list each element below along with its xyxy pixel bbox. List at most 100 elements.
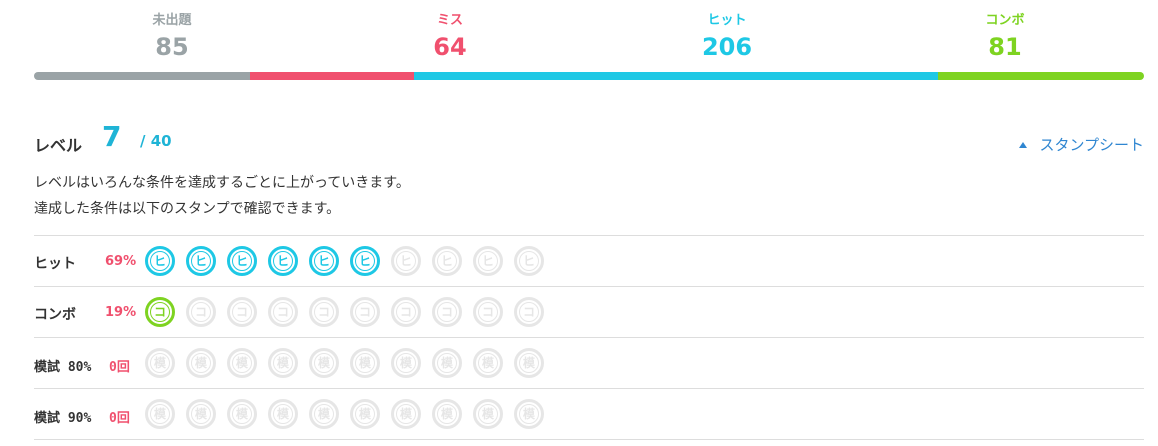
stat-miss: ミス 64 [350,12,550,62]
stamp-glyph: 模 [355,404,375,424]
stamp-glyph: ヒ [150,251,170,271]
stamp-glyph: 模 [150,353,170,373]
stamp-empty: 模 [473,399,503,429]
stamp-glyph: コ [478,302,498,322]
stamp-sheet-link[interactable]: スタンプシート [1019,134,1144,155]
stamp-empty: ヒ [473,246,503,276]
stamp-glyph: 模 [314,404,334,424]
stamp-glyph: 模 [314,353,334,373]
stat-value: 64 [433,33,467,61]
stamp-glyph: ヒ [396,251,416,271]
stamp-glyph: ヒ [519,251,539,271]
stamp-glyph: 模 [191,353,211,373]
stamp-glyph: 模 [519,404,539,424]
stamp-empty: 模 [227,399,257,429]
stamp-empty: コ [227,297,257,327]
stamp-glyph: コ [273,302,293,322]
stamp-empty: 模 [186,348,216,378]
level-title: レベル [34,136,83,155]
stamp-empty: 模 [514,399,544,429]
stamp-empty: コ [391,297,421,327]
stamp-glyph: 模 [396,353,416,373]
stamp-achieved: ヒ [350,246,380,276]
stamp-glyph: 模 [396,404,416,424]
row-count: 0回 [109,360,130,375]
row-name: ヒット [34,256,76,272]
stat-value: 85 [155,33,189,61]
stat-label: 未出題 [152,13,192,28]
description-line: レベルはいろんな条件を達成するごとに上がっていきます。 [34,175,410,191]
stamp-row-combo: コンボ 19% コ コ コ コ コ コ コ コ コ コ [34,286,1144,337]
stamp-glyph: 模 [478,353,498,373]
stamp-glyph: 模 [355,353,375,373]
stamp-glyph: 模 [232,353,252,373]
stamp-empty: 模 [473,348,503,378]
stamp-empty: 模 [145,399,175,429]
stamp-empty: 模 [227,348,257,378]
stamp-sheet-label: スタンプシート [1039,136,1144,154]
stamp-empty: 模 [309,348,339,378]
stamp-glyph: 模 [273,404,293,424]
level-description: レベルはいろんな条件を達成するごとに上がっていきます。 達成した条件は以下のスタ… [34,170,410,222]
stamp-empty: 模 [309,399,339,429]
stamp-glyph: コ [191,302,211,322]
progress-segment-miss [250,72,414,80]
progress-segment-hit [413,72,938,80]
stamp-list: 模模模模模模模模模模 [145,348,555,378]
stamp-glyph: 模 [232,404,252,424]
row-percent: 19% [105,305,137,320]
stamp-glyph: ヒ [355,251,375,271]
stat-label: ヒット [707,13,747,28]
stamp-glyph: ヒ [478,251,498,271]
stamp-empty: コ [309,297,339,327]
level-current: 7 [102,120,122,153]
stamp-glyph: コ [437,302,457,322]
stat-hit: ヒット 206 [627,12,827,62]
stamp-empty: 模 [350,399,380,429]
stamp-achieved: ヒ [309,246,339,276]
stamp-glyph: 模 [437,353,457,373]
stamp-glyph: ヒ [314,251,334,271]
stamp-glyph: コ [355,302,375,322]
stamp-row-mock90: 模試 90% 0回 模 模 模 模 模 模 模 模 模 模 [34,388,1144,440]
stats-header: 未出題 85 ミス 64 ヒット 206 コンボ 81 [34,0,1144,80]
stamp-empty: 模 [268,399,298,429]
stamp-achieved: ヒ [186,246,216,276]
stamp-empty: コ [350,297,380,327]
level-max: / 40 [140,132,172,150]
stamp-list: ヒヒヒヒヒヒヒヒヒヒ [145,246,555,276]
stamp-glyph: ヒ [273,251,293,271]
stamp-achieved: ヒ [268,246,298,276]
row-name: 模試 90% [34,411,92,426]
stamp-glyph: コ [396,302,416,322]
stamp-glyph: コ [519,302,539,322]
stamp-glyph: 模 [478,404,498,424]
stamp-empty: コ [186,297,216,327]
stamp-row-hit: ヒット 69% ヒ ヒ ヒ ヒ ヒ ヒ ヒ ヒ ヒ ヒ [34,235,1144,286]
stat-label: コンボ [985,13,1025,28]
stamp-glyph: 模 [437,404,457,424]
stat-unanswered: 未出題 85 [72,12,272,62]
row-count: 0回 [109,411,130,426]
stamp-list: 模模模模模模模模模模 [145,399,555,429]
stamp-empty: ヒ [432,246,462,276]
stamp-glyph: コ [232,302,252,322]
stamp-list: ココココココココココ [145,297,555,327]
stat-value: 206 [701,33,753,61]
stat-combo: コンボ 81 [905,12,1105,62]
progress-segment-combo [937,72,1144,80]
progress-segment-unanswered [34,72,251,80]
row-percent: 69% [105,254,137,269]
stamp-rows: ヒット 69% ヒ ヒ ヒ ヒ ヒ ヒ ヒ ヒ ヒ ヒ コンボ 19% コ コ コ コ コ コ コ コ コ コ 模試… [34,235,1144,440]
stamp-achieved: コ [145,297,175,327]
stat-label: ミス [436,13,463,28]
stamp-empty: 模 [391,348,421,378]
row-name: コンボ [34,307,76,323]
stamp-glyph: ヒ [191,251,211,271]
stamp-glyph: コ [314,302,334,322]
description-line: 達成した条件は以下のスタンプで確認できます。 [34,201,341,217]
stamp-empty: ヒ [514,246,544,276]
stamp-empty: ヒ [391,246,421,276]
stamp-empty: 模 [391,399,421,429]
row-name: 模試 80% [34,360,92,375]
